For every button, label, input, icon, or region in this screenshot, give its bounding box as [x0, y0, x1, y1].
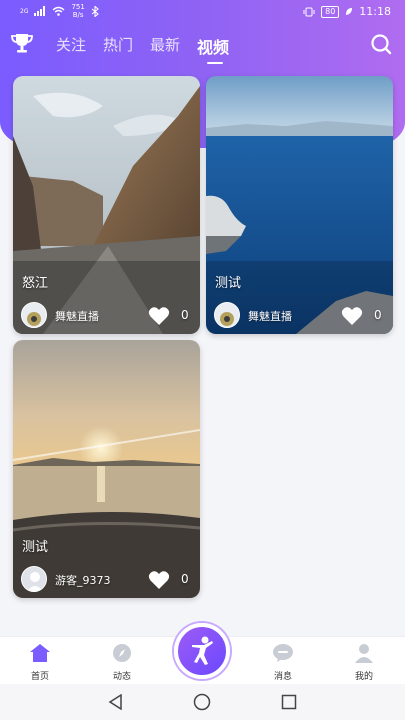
video-thumbnail — [206, 76, 393, 334]
trophy-icon[interactable] — [10, 32, 34, 58]
avatar[interactable] — [21, 302, 47, 328]
avatar[interactable] — [214, 302, 240, 328]
system-nav-bar — [0, 684, 405, 720]
video-thumbnail — [13, 340, 200, 598]
home-circle-icon[interactable] — [193, 693, 211, 711]
like-count: 0 — [181, 572, 189, 586]
back-icon[interactable] — [108, 694, 124, 710]
tab-latest[interactable]: 最新 — [150, 34, 180, 58]
heart-icon[interactable] — [148, 570, 170, 590]
video-card[interactable]: 测试 游客_9373 0 — [13, 340, 200, 598]
status-bar: 2G 751 B/s 80 11:18 — [0, 0, 405, 24]
video-card[interactable]: 测试 舞魅直播 0 — [206, 76, 393, 334]
author-name[interactable]: 游客_9373 — [55, 572, 111, 588]
tab-following[interactable]: 关注 — [56, 34, 86, 58]
net-speed: 751 B/s — [71, 3, 85, 19]
user-icon — [355, 644, 373, 663]
nav-profile[interactable]: 我的 — [344, 643, 384, 682]
recents-icon[interactable] — [281, 694, 297, 710]
author-name[interactable]: 舞魅直播 — [55, 308, 99, 324]
search-icon[interactable] — [369, 32, 393, 60]
nav-moments[interactable]: 动态 — [102, 643, 142, 682]
home-icon — [30, 644, 50, 662]
like-count: 0 — [181, 308, 189, 322]
live-center-button[interactable] — [174, 623, 230, 679]
nav-home[interactable]: 首页 — [20, 643, 60, 682]
nav-messages[interactable]: 消息 — [263, 643, 303, 682]
compass-icon — [113, 644, 131, 662]
video-title: 怒江 — [22, 276, 49, 291]
battery-level: 80 — [321, 5, 340, 18]
clock: 11:18 — [359, 5, 391, 18]
feed-tabs: 关注 热门 最新 视频 — [56, 34, 229, 64]
signal-icon — [34, 6, 46, 16]
tab-popular[interactable]: 热门 — [103, 34, 133, 58]
vibrate-icon — [303, 7, 315, 16]
top-nav: 关注 热门 最新 视频 — [0, 30, 405, 64]
wifi-icon — [52, 6, 65, 16]
video-card[interactable]: 怒江 舞魅直播 0 — [13, 76, 200, 334]
author-name[interactable]: 舞魅直播 — [248, 308, 292, 324]
network-type: 2G — [20, 7, 29, 15]
tab-video[interactable]: 视频 — [197, 34, 229, 64]
video-title: 测试 — [215, 276, 242, 291]
heart-icon[interactable] — [148, 306, 170, 326]
heart-icon[interactable] — [341, 306, 363, 326]
dancer-icon — [192, 636, 213, 665]
avatar[interactable] — [21, 566, 47, 592]
video-title: 测试 — [22, 540, 49, 555]
leaf-icon — [346, 8, 353, 15]
message-icon — [273, 644, 293, 662]
video-thumbnail — [13, 76, 200, 334]
like-count: 0 — [374, 308, 382, 322]
bluetooth-icon — [91, 5, 99, 17]
